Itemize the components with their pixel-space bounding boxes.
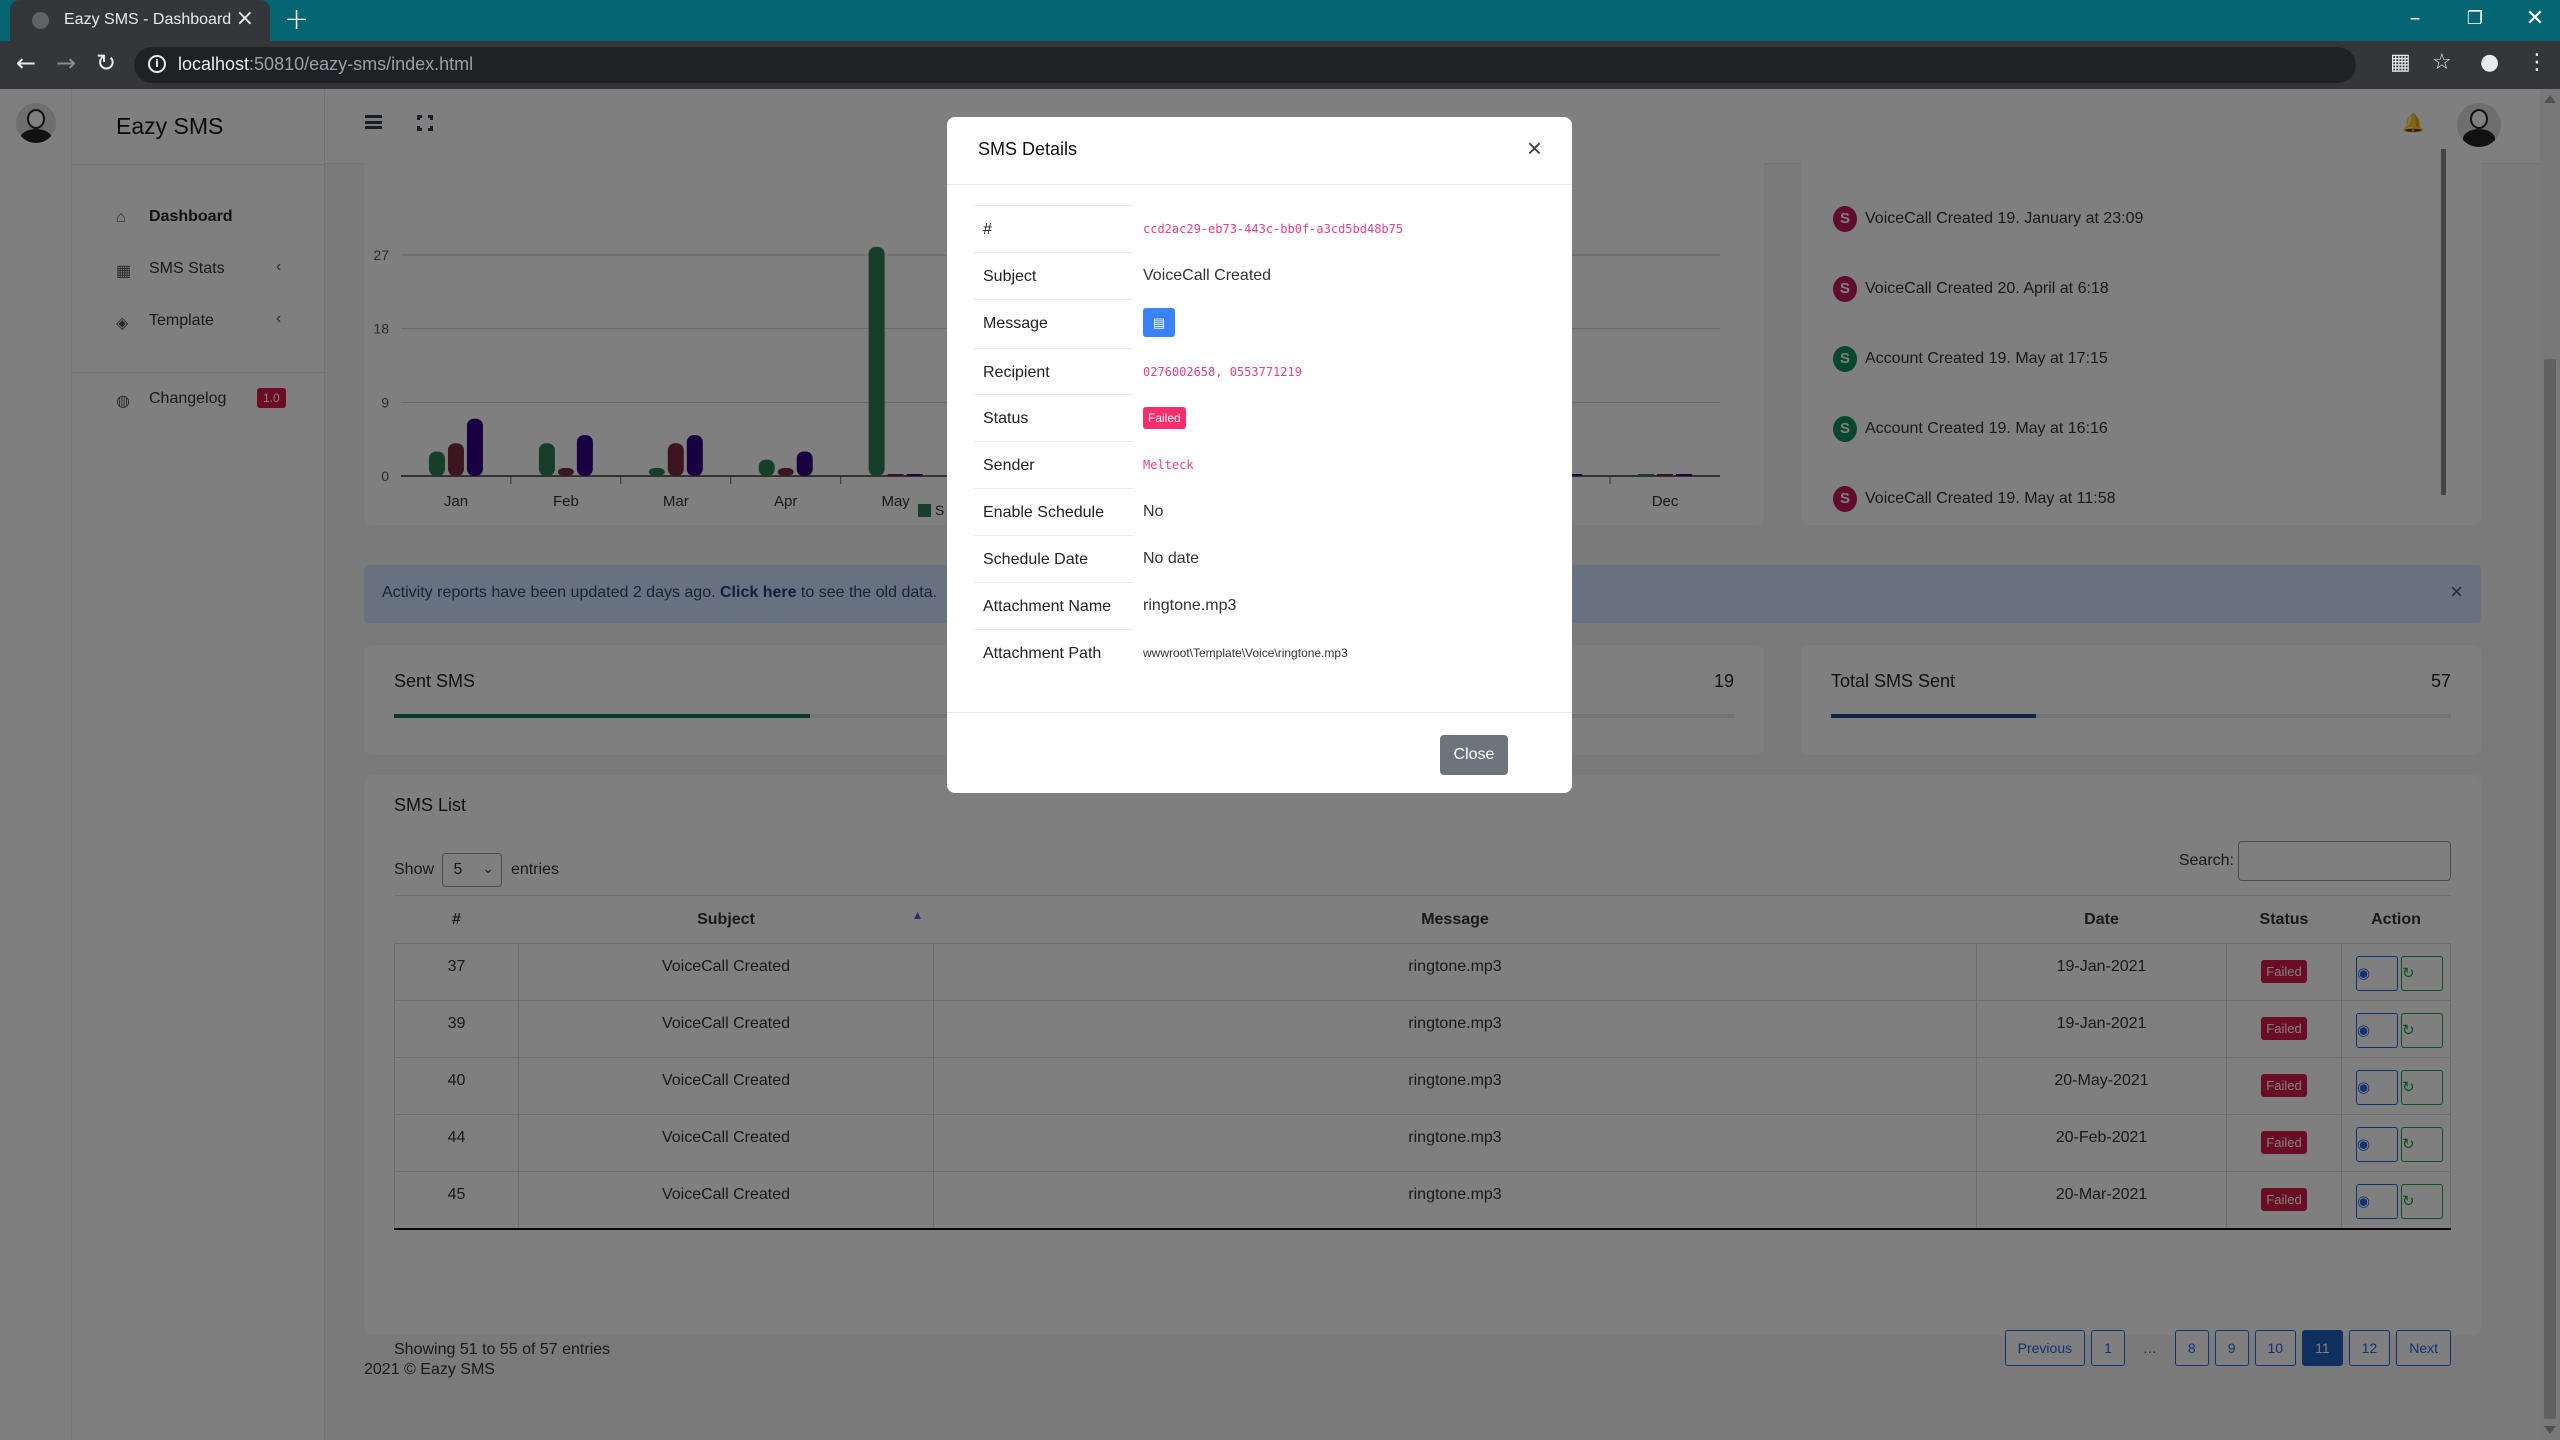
detail-row: Subject VoiceCall Created [973,252,1538,299]
detail-value: No date [1143,550,1199,568]
detail-row: Recipient 0276002658, 0553771219 [973,348,1538,395]
detail-label: Enable Schedule [973,488,1133,535]
detail-value: Melteck [1143,456,1194,474]
close-tab-icon[interactable]: × [236,6,254,31]
detail-value: ringtone.mp3 [1143,597,1236,615]
globe-icon [32,12,49,29]
close-button[interactable]: Close [1440,735,1508,775]
url-path: :50810/eazy-sms/index.html [249,54,474,74]
detail-code-value: 0276002658, 0553771219 [1143,365,1302,379]
profile-icon[interactable]: ● [2480,50,2499,75]
url-input[interactable]: i localhost:50810/eazy-sms/index.html [134,47,2356,83]
detail-label: Attachment Name [973,582,1133,629]
browser-menu-icon[interactable]: ⋮ [2526,50,2548,75]
detail-row: Sender Melteck [973,441,1538,488]
detail-value: ▤ [1143,308,1175,337]
detail-text-value: No [1143,503,1164,520]
detail-label: Attachment Path [973,629,1133,676]
url-host: localhost [178,54,250,74]
detail-value: VoiceCall Created [1143,267,1271,285]
sms-details-modal: SMS Details × # ccd2ac29-eb73-443c-bb0f-a… [947,117,1572,793]
detail-label: Sender [973,441,1133,488]
detail-text-value: ringtone.mp3 [1143,597,1237,614]
detail-label: Subject [973,252,1133,299]
close-icon[interactable]: × [1527,133,1542,164]
minimize-icon[interactable]: – [2385,0,2445,41]
restore-icon[interactable]: ❐ [2445,0,2505,41]
detail-label: Recipient [973,348,1133,395]
status-badge: Failed [1143,407,1186,429]
detail-row: # ccd2ac29-eb73-443c-bb0f-a3cd5bd48b75 [973,205,1538,252]
reload-icon[interactable]: ↻ [96,49,116,77]
detail-text-value: No date [1143,550,1200,567]
bookmark-star-icon[interactable]: ☆ [2432,50,2452,75]
browser-tab[interactable]: Eazy SMS - Dashboard × [10,0,270,41]
modal-header: SMS Details × [947,117,1572,185]
detail-row: Schedule Date No date [973,535,1538,582]
forward-icon[interactable]: → [56,49,76,77]
new-tab-button[interactable]: + [284,2,309,37]
info-icon[interactable]: i [148,55,166,73]
detail-row: Status Failed [973,394,1538,441]
detail-code-value: ccd2ac29-eb73-443c-bb0f-a3cd5bd48b75 [1143,222,1404,236]
detail-row: Attachment Path wwwroot\Template\Voice\ri… [973,629,1538,676]
detail-row: Enable Schedule No [973,488,1538,535]
detail-label: Message [973,299,1133,346]
detail-label: Schedule Date [973,535,1133,582]
close-window-icon[interactable]: ✕ [2505,0,2560,41]
detail-value: No [1143,503,1163,521]
detail-text-value: VoiceCall Created [1143,267,1272,284]
detail-row: Attachment Name ringtone.mp3 [973,582,1538,629]
modal-footer-divider [947,712,1572,713]
tab-title: Eazy SMS - Dashboard [64,11,232,28]
apps-grid-icon[interactable]: ▦ [2390,50,2411,75]
detail-value: 0276002658, 0553771219 [1143,363,1302,381]
detail-row: Message ▤ [973,299,1538,346]
detail-value: wwwroot\Template\Voice\ringtone.mp3 [1143,644,1348,662]
detail-value: ccd2ac29-eb73-443c-bb0f-a3cd5bd48b75 [1143,220,1403,238]
detail-label: # [973,205,1133,252]
browser-tab-strip: Eazy SMS - Dashboard × + – ❐ ✕ [0,0,2560,41]
audio-file-icon: ▤ [1152,315,1166,330]
address-bar: ← → ↻ i localhost:50810/eazy-sms/index.h… [0,41,2560,89]
detail-path-value: wwwroot\Template\Voice\ringtone.mp3 [1143,646,1348,660]
modal-title: SMS Details [978,139,1078,159]
play-audio-button[interactable]: ▤ [1143,308,1175,337]
detail-label: Status [973,394,1133,441]
detail-code-value: Melteck [1143,458,1194,472]
back-icon[interactable]: ← [16,49,36,77]
detail-value: Failed [1143,407,1186,429]
